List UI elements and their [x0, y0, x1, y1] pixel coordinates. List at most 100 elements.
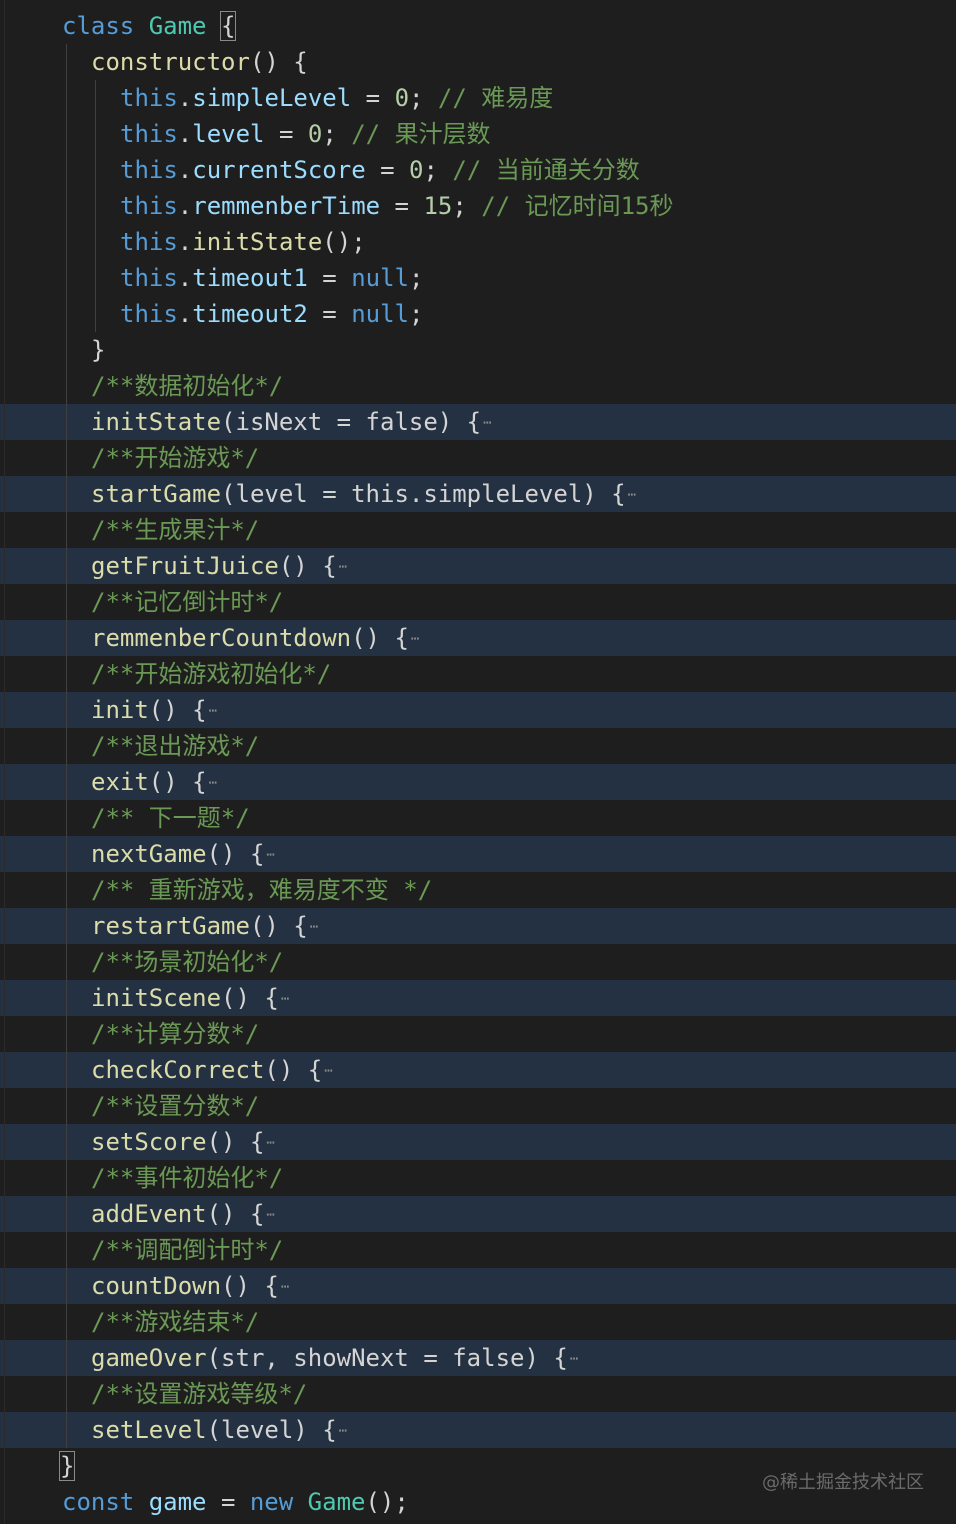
code-line-comment-6[interactable]: /** 下一题*/: [0, 800, 956, 836]
code-line-comment-3[interactable]: /**记忆倒计时*/: [0, 584, 956, 620]
method-params: (isNext = false) {: [221, 408, 482, 436]
method-params: () {: [206, 1200, 265, 1228]
code-text: /** 下一题*/: [91, 800, 250, 836]
code-line-method-gameOver[interactable]: gameOver(str, showNext = false) {⋯: [0, 1340, 956, 1376]
code-line-comment-1[interactable]: /**开始游戏*/: [0, 440, 956, 476]
code-line-method-addEvent[interactable]: addEvent() {⋯: [0, 1196, 956, 1232]
code-line-method-init[interactable]: init() {⋯: [0, 692, 956, 728]
code-text: constructor() {: [91, 44, 308, 80]
ellipsis-fold-icon[interactable]: ⋯: [209, 765, 218, 801]
ellipsis-fold-icon[interactable]: ⋯: [310, 909, 319, 945]
code-line-comment-12[interactable]: /**调配倒计时*/: [0, 1232, 956, 1268]
code-line-comment-8[interactable]: /**场景初始化*/: [0, 944, 956, 980]
code-line-comment-9[interactable]: /**计算分数*/: [0, 1016, 956, 1052]
ellipsis-fold-icon[interactable]: ⋯: [266, 837, 275, 873]
this-keyword: this: [120, 192, 178, 220]
code-line-method-restartGame[interactable]: restartGame() {⋯: [0, 908, 956, 944]
open-brace: {: [219, 11, 237, 41]
doc-comment: /**开始游戏*/: [91, 444, 260, 472]
code-text: gameOver(str, showNext = false) {⋯: [91, 1340, 579, 1377]
ellipsis-fold-icon[interactable]: ⋯: [324, 1053, 333, 1089]
semicolon: ;: [452, 192, 467, 220]
code-line-method-countDown[interactable]: countDown() {⋯: [0, 1268, 956, 1304]
semicolon: ;: [423, 156, 438, 184]
doc-comment: /**数据初始化*/: [91, 372, 284, 400]
method-name: gameOver: [91, 1344, 207, 1372]
ellipsis-fold-icon[interactable]: ⋯: [209, 693, 218, 729]
indent-guide: [66, 44, 67, 1448]
method-name: checkCorrect: [91, 1056, 265, 1084]
indent-guide: [95, 80, 96, 332]
ellipsis-fold-icon[interactable]: ⋯: [266, 1197, 275, 1233]
code-line-ctor-1[interactable]: this.level = 0; // 果汁层数: [0, 116, 956, 152]
code-text: this.initState();: [120, 228, 366, 256]
method-params: () {: [148, 768, 207, 796]
code-line-ctor-0[interactable]: this.simpleLevel = 0; // 难易度: [0, 80, 956, 116]
code-text: /**调配倒计时*/: [91, 1232, 283, 1268]
code-line-class-header[interactable]: class Game {: [0, 8, 956, 44]
code-line-method-checkCorrect[interactable]: checkCorrect() {⋯: [0, 1052, 956, 1088]
code-line-comment-5[interactable]: /**退出游戏*/: [0, 728, 956, 764]
operator: =: [264, 120, 308, 148]
code-line-comment-4[interactable]: /**开始游戏初始化*/: [0, 656, 956, 692]
code-text: class Game {: [62, 8, 237, 44]
ellipsis-fold-icon[interactable]: ⋯: [570, 1341, 579, 1377]
code-line-comment-7[interactable]: /** 重新游戏，难易度不变 */: [0, 872, 956, 908]
code-line-comment-14[interactable]: /**设置游戏等级*/: [0, 1376, 956, 1412]
ellipsis-fold-icon[interactable]: ⋯: [339, 549, 348, 585]
doc-comment: /**游戏结束*/: [91, 1308, 260, 1336]
code-text: startGame(level = this.simpleLevel) {⋯: [91, 476, 637, 513]
method-name: restartGame: [91, 912, 250, 940]
method-name: initScene: [91, 984, 222, 1012]
code-text: nextGame() {⋯: [91, 836, 275, 873]
code-editor[interactable]: class Game {constructor() {this.simpleLe…: [0, 0, 956, 1524]
doc-comment: /**设置分数*/: [91, 1092, 260, 1120]
semicolon: ;: [409, 300, 424, 328]
method-name: getFruitJuice: [91, 552, 279, 580]
code-text: setLevel(level) {⋯: [91, 1412, 348, 1449]
code-line-method-initState[interactable]: initState(isNext = false) {⋯: [0, 404, 956, 440]
code-line-comment-0[interactable]: /**数据初始化*/: [0, 368, 956, 404]
code-line-method-exit[interactable]: exit() {⋯: [0, 764, 956, 800]
constructor-signature: () {: [249, 48, 308, 76]
ellipsis-fold-icon[interactable]: ⋯: [411, 621, 420, 657]
method-params: (level = this.simpleLevel) {: [221, 480, 626, 508]
code-line-method-nextGame[interactable]: nextGame() {⋯: [0, 836, 956, 872]
method-name: setScore: [91, 1128, 207, 1156]
code-line-method-setScore[interactable]: setScore() {⋯: [0, 1124, 956, 1160]
code-line-comment-2[interactable]: /**生成果汁*/: [0, 512, 956, 548]
code-text: restartGame() {⋯: [91, 908, 319, 945]
code-line-ctor-6[interactable]: this.timeout2 = null;: [0, 296, 956, 332]
code-line-method-setLevel[interactable]: setLevel(level) {⋯: [0, 1412, 956, 1448]
ellipsis-fold-icon[interactable]: ⋯: [281, 1269, 290, 1305]
code-line-comment-11[interactable]: /**事件初始化*/: [0, 1160, 956, 1196]
code-line-constructor[interactable]: constructor() {: [0, 44, 956, 80]
code-line-method-startGame[interactable]: startGame(level = this.simpleLevel) {⋯: [0, 476, 956, 512]
code-line-method-initScene[interactable]: initScene() {⋯: [0, 980, 956, 1016]
property-name: initState: [192, 228, 323, 256]
ellipsis-fold-icon[interactable]: ⋯: [266, 1125, 275, 1161]
code-line-ctor-2[interactable]: this.currentScore = 0; // 当前通关分数: [0, 152, 956, 188]
code-line-ctor-3[interactable]: this.remmenberTime = 15; // 记忆时间15秒: [0, 188, 956, 224]
doc-comment: /**记忆倒计时*/: [91, 588, 284, 616]
method-params: () {: [221, 984, 279, 1012]
method-name: addEvent: [91, 1200, 207, 1228]
code-line-method-getFruitJuice[interactable]: getFruitJuice() {⋯: [0, 548, 956, 584]
ellipsis-fold-icon[interactable]: ⋯: [483, 405, 492, 441]
ellipsis-fold-icon[interactable]: ⋯: [339, 1413, 348, 1449]
gutter-edge: [4, 0, 5, 1524]
ellipsis-fold-icon[interactable]: ⋯: [281, 981, 290, 1017]
property-name: simpleLevel: [192, 84, 352, 112]
ellipsis-fold-icon[interactable]: ⋯: [628, 477, 637, 513]
property-name: remmenberTime: [192, 192, 381, 220]
code-line-comment-13[interactable]: /**游戏结束*/: [0, 1304, 956, 1340]
code-line-ctor-4[interactable]: this.initState();: [0, 224, 956, 260]
doc-comment: /**设置游戏等级*/: [91, 1380, 308, 1408]
code-line-constructor-close[interactable]: }: [0, 332, 956, 368]
method-params: () {: [221, 1272, 279, 1300]
code-line-method-remmenberCountdown[interactable]: remmenberCountdown() {⋯: [0, 620, 956, 656]
code-text: countDown() {⋯: [91, 1268, 290, 1305]
code-line-ctor-5[interactable]: this.timeout1 = null;: [0, 260, 956, 296]
code-line-comment-10[interactable]: /**设置分数*/: [0, 1088, 956, 1124]
code-text: /**事件初始化*/: [91, 1160, 283, 1196]
